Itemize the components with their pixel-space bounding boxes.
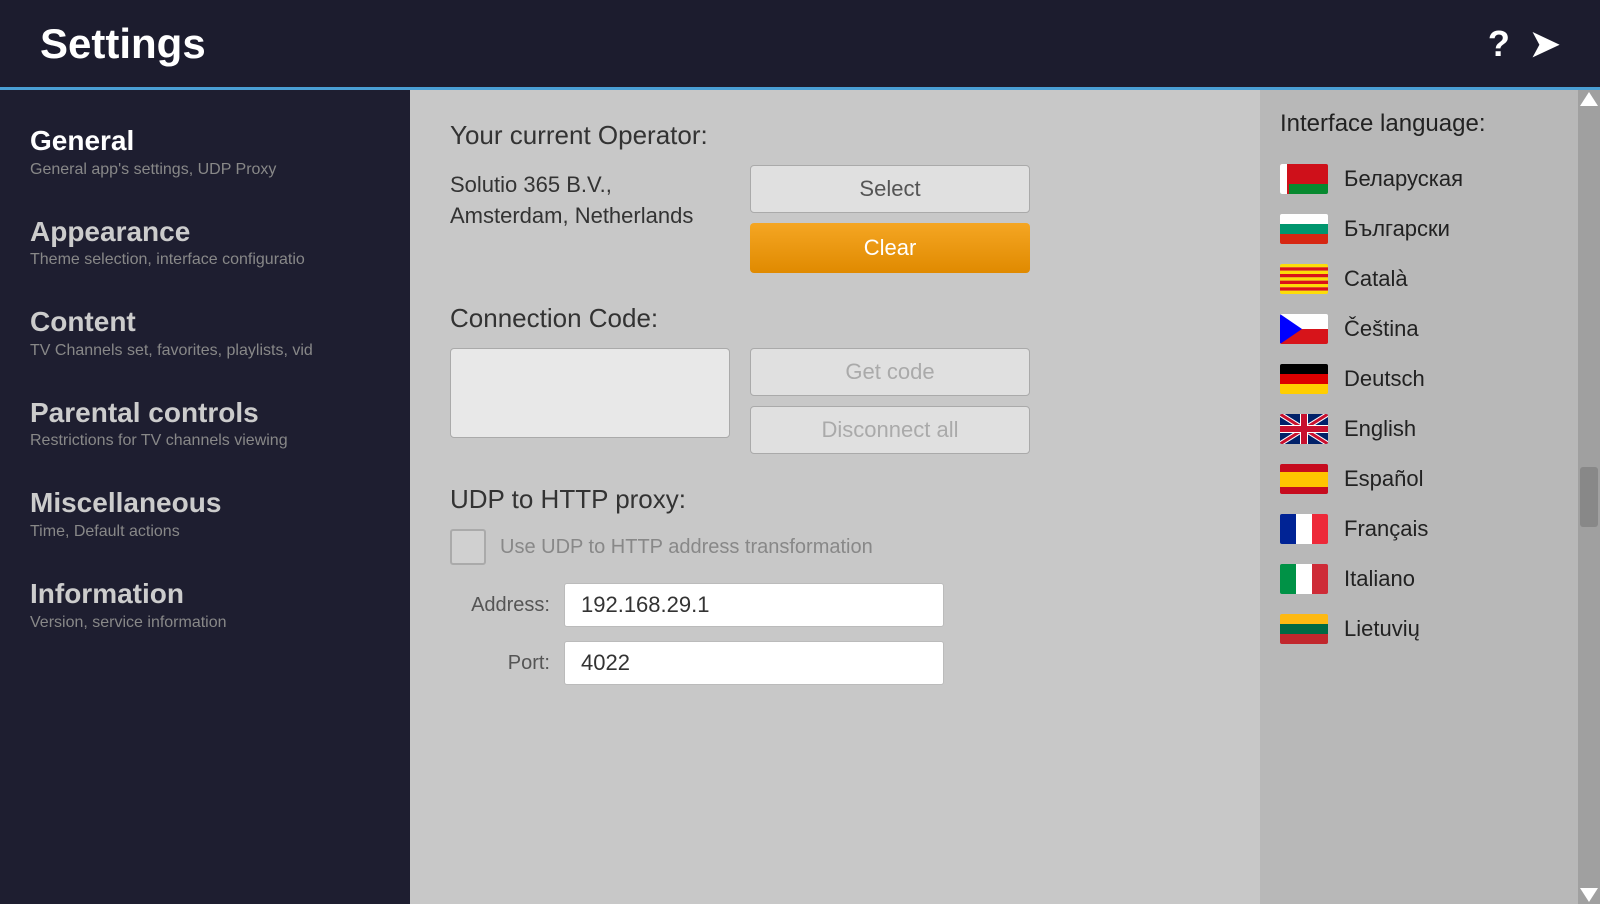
get-code-button[interactable]: Get code (750, 348, 1030, 396)
udp-label: UDP to HTTP proxy: (450, 484, 1220, 515)
language-name-2: Català (1344, 266, 1408, 292)
share-button[interactable]: ➤ (1530, 23, 1560, 65)
language-name-0: Беларуская (1344, 166, 1463, 192)
connection-code-label: Connection Code: (450, 303, 1220, 334)
language-name-3: Čeština (1344, 316, 1419, 342)
language-name-1: Български (1344, 216, 1450, 242)
language-item-9[interactable]: Lietuvių (1260, 604, 1600, 654)
scrollbar-thumb[interactable] (1580, 467, 1598, 527)
udp-checkbox-row: Use UDP to HTTP address transformation (450, 529, 1220, 565)
language-item-4[interactable]: Deutsch (1260, 354, 1600, 404)
disconnect-all-button[interactable]: Disconnect all (750, 406, 1030, 454)
operator-line2: Amsterdam, Netherlands (450, 203, 693, 228)
language-item-0[interactable]: Беларуская (1260, 154, 1600, 204)
content-main: Your current Operator: Solutio 365 B.V.,… (410, 90, 1260, 904)
operator-line1: Solutio 365 B.V., (450, 172, 612, 197)
sidebar-item-information[interactable]: Information Version, service information (20, 573, 390, 636)
sidebar-item-content[interactable]: Content TV Channels set, favorites, play… (20, 301, 390, 364)
operator-section: Your current Operator: Solutio 365 B.V.,… (450, 120, 1220, 273)
sidebar-item-title-miscellaneous: Miscellaneous (30, 486, 380, 520)
sidebar-item-parental[interactable]: Parental controls Restrictions for TV ch… (20, 392, 390, 455)
sidebar-item-subtitle-miscellaneous: Time, Default actions (30, 523, 380, 541)
port-input[interactable] (564, 641, 944, 685)
sidebar-item-subtitle-information: Version, service information (30, 614, 380, 632)
udp-checkbox-label: Use UDP to HTTP address transformation (500, 536, 873, 559)
language-item-2[interactable]: Català (1260, 254, 1600, 304)
port-row: Port: (450, 641, 1220, 685)
language-item-6[interactable]: Español (1260, 454, 1600, 504)
operator-buttons: Select Clear (750, 165, 1030, 273)
sidebar-item-general[interactable]: General General app's settings, UDP Prox… (20, 120, 390, 183)
language-name-5: English (1344, 416, 1416, 442)
sidebar-item-subtitle-content: TV Channels set, favorites, playlists, v… (30, 342, 380, 360)
page-title: Settings (40, 20, 206, 68)
udp-checkbox[interactable] (450, 529, 486, 565)
language-panel: Interface language: Беларуская Български… (1260, 90, 1600, 904)
sidebar-item-title-information: Information (30, 577, 380, 611)
language-item-8[interactable]: Italiano (1260, 554, 1600, 604)
sidebar-item-subtitle-appearance: Theme selection, interface configuratio (30, 251, 380, 269)
language-list: Беларуская Български Català Čeština (1260, 154, 1600, 868)
sidebar-item-title-general: General (30, 124, 380, 158)
connection-row: Get code Disconnect all (450, 348, 1220, 454)
connection-code-input[interactable] (450, 348, 730, 438)
udp-section: UDP to HTTP proxy: Use UDP to HTTP addre… (450, 484, 1220, 685)
sidebar-item-title-appearance: Appearance (30, 215, 380, 249)
content-arrow (410, 483, 426, 511)
scrollbar-down-arrow[interactable] (1580, 888, 1598, 902)
language-name-8: Italiano (1344, 566, 1415, 592)
sidebar: General General app's settings, UDP Prox… (0, 90, 410, 904)
address-label: Address: (450, 594, 550, 617)
address-input[interactable] (564, 583, 944, 627)
operator-row: Solutio 365 B.V., Amsterdam, Netherlands… (450, 165, 1220, 273)
connection-code-section: Connection Code: Get code Disconnect all (450, 303, 1220, 454)
language-item-1[interactable]: Български (1260, 204, 1600, 254)
language-panel-title: Interface language: (1260, 110, 1600, 154)
clear-operator-button[interactable]: Clear (750, 223, 1030, 273)
scrollbar-up-arrow[interactable] (1580, 92, 1598, 106)
sidebar-item-title-content: Content (30, 305, 380, 339)
header: Settings ? ➤ (0, 0, 1600, 90)
operator-label: Your current Operator: (450, 120, 1220, 151)
scrollbar-track (1578, 90, 1600, 904)
content-area: Your current Operator: Solutio 365 B.V.,… (410, 90, 1600, 904)
language-item-5[interactable]: English (1260, 404, 1600, 454)
sidebar-item-appearance[interactable]: Appearance Theme selection, interface co… (20, 211, 390, 274)
select-operator-button[interactable]: Select (750, 165, 1030, 213)
sidebar-item-title-parental: Parental controls (30, 396, 380, 430)
sidebar-item-subtitle-parental: Restrictions for TV channels viewing (30, 432, 380, 450)
language-item-7[interactable]: Français (1260, 504, 1600, 554)
operator-value: Solutio 365 B.V., Amsterdam, Netherlands (450, 165, 730, 232)
language-name-7: Français (1344, 516, 1428, 542)
main-layout: General General app's settings, UDP Prox… (0, 90, 1600, 904)
header-actions: ? ➤ (1488, 23, 1560, 65)
sidebar-item-miscellaneous[interactable]: Miscellaneous Time, Default actions (20, 482, 390, 545)
port-label: Port: (450, 652, 550, 675)
language-name-6: Español (1344, 466, 1424, 492)
connection-buttons: Get code Disconnect all (750, 348, 1030, 454)
language-name-9: Lietuvių (1344, 616, 1420, 642)
language-item-3[interactable]: Čeština (1260, 304, 1600, 354)
help-button[interactable]: ? (1488, 23, 1510, 65)
address-row: Address: (450, 583, 1220, 627)
language-name-4: Deutsch (1344, 366, 1425, 392)
sidebar-item-subtitle-general: General app's settings, UDP Proxy (30, 161, 380, 179)
